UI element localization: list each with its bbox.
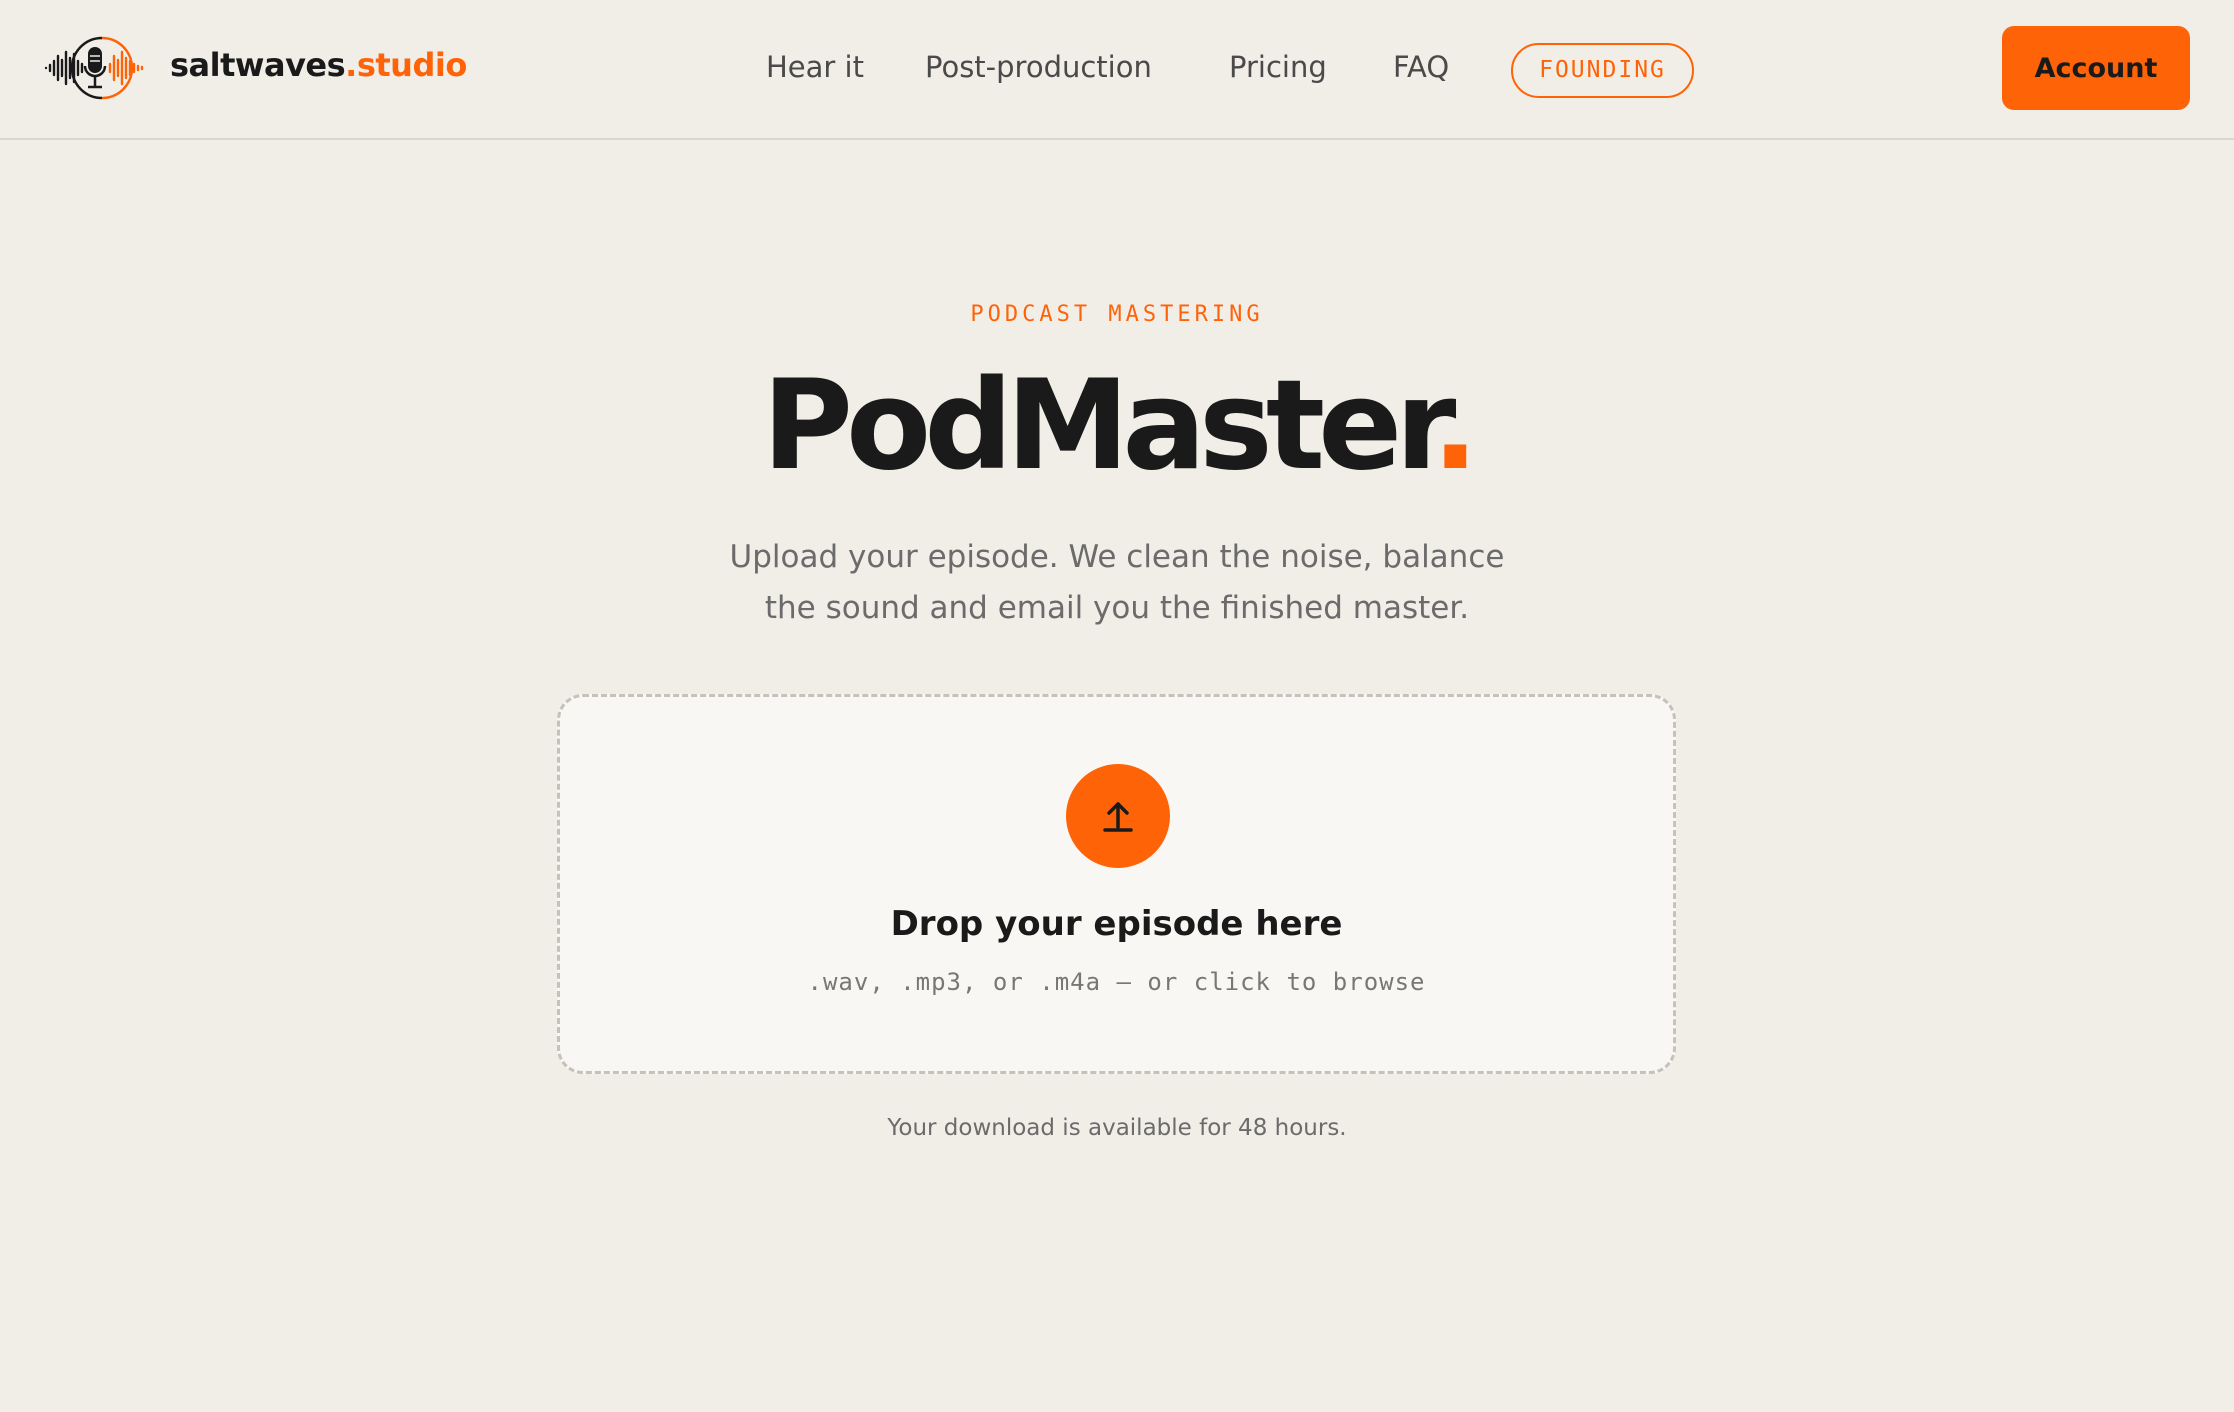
- dropzone-title: Drop your episode here: [890, 904, 1343, 944]
- dropzone-hint: .wav, .mp3, or .m4a — or click to browse: [807, 968, 1426, 996]
- upload-button[interactable]: [1066, 764, 1170, 868]
- nav-item-faq[interactable]: FAQ: [1393, 50, 1449, 84]
- site-header: saltwaves.studio Hear it Post-production…: [0, 0, 2234, 140]
- page-title: PodMaster.: [0, 356, 2234, 496]
- nav-item-post-production[interactable]: Post-production: [925, 50, 1152, 84]
- hero-eyebrow: PODCAST MASTERING: [970, 302, 1264, 327]
- upload-dropzone[interactable]: Drop your episode here .wav, .mp3, or .m…: [557, 694, 1676, 1074]
- nav-item-pricing[interactable]: Pricing: [1229, 50, 1327, 84]
- download-availability-note: Your download is available for 48 hours.: [887, 1115, 1347, 1141]
- hero-subtitle: Upload your episode. We clean the noise,…: [0, 532, 2234, 634]
- microphone-waveform-icon[interactable]: [44, 34, 148, 102]
- nav-item-hear-it[interactable]: Hear it: [766, 50, 864, 84]
- hero-subtitle-line-1: Upload your episode. We clean the noise,…: [729, 539, 1505, 575]
- hero-subtitle-line-2: the sound and email you the finished mas…: [764, 590, 1470, 626]
- upload-arrow-icon: [1103, 802, 1133, 832]
- brand-suffix: .studio: [345, 46, 467, 84]
- page-title-dot: .: [1431, 354, 1479, 498]
- account-button[interactable]: Account: [2002, 26, 2190, 110]
- page-title-text: PodMaster: [762, 354, 1439, 498]
- founding-badge[interactable]: FOUNDING: [1511, 43, 1694, 98]
- brand-wordmark[interactable]: saltwaves.studio: [170, 46, 467, 84]
- brand-name: saltwaves: [170, 46, 346, 84]
